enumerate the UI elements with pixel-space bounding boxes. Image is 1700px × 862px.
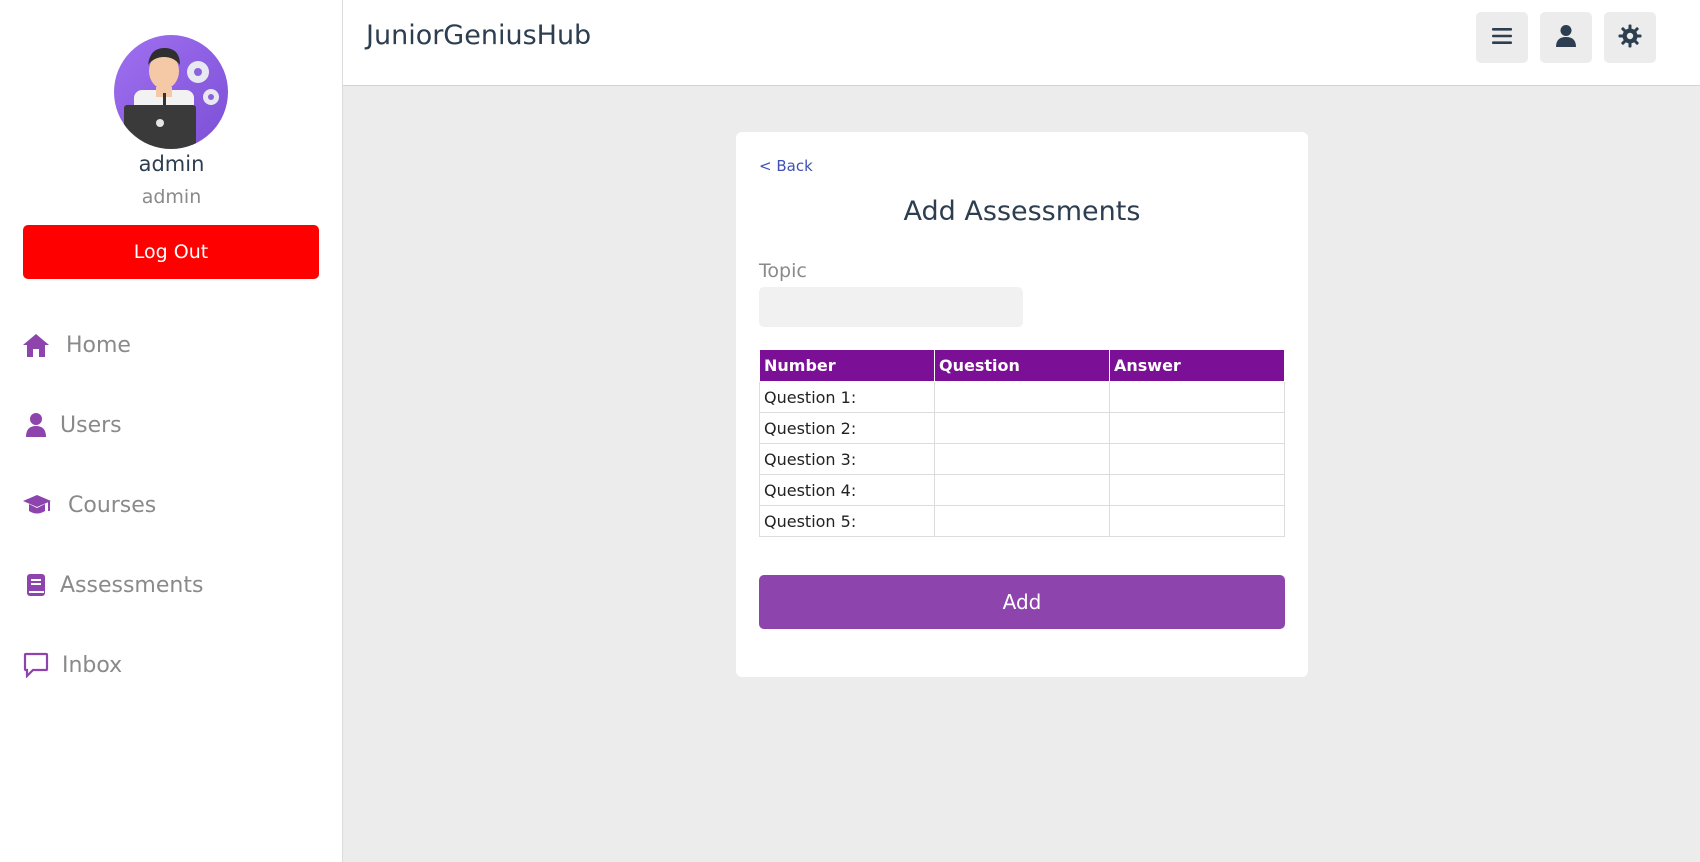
answer-1-input[interactable] [1109,381,1285,413]
book-icon [22,571,50,599]
top-header: JuniorGeniusHub [343,0,1700,86]
table-row: Question 3: [759,443,1285,475]
user-icon [1555,24,1577,52]
question-5-input[interactable] [934,505,1110,537]
logout-button[interactable]: Log Out [23,225,319,279]
sidebar-item-assessments[interactable]: Assessments [22,565,203,605]
table-header-row: Number Question Answer [759,349,1285,382]
sidebar-item-courses[interactable]: Courses [22,485,156,525]
add-assessment-card: < Back Add Assessments Topic Number Ques… [736,132,1308,677]
settings-button[interactable] [1604,12,1656,63]
settings-icon [1618,24,1642,52]
home-icon [22,331,50,359]
question-3-input[interactable] [934,443,1110,475]
answer-4-input[interactable] [1109,474,1285,506]
topic-input[interactable] [759,287,1023,327]
question-number: Question 3: [759,443,935,475]
message-icon [22,651,50,679]
user-icon [22,411,50,439]
answer-5-input[interactable] [1109,505,1285,537]
answer-2-input[interactable] [1109,412,1285,444]
table-row: Question 4: [759,474,1285,506]
page-title: Add Assessments [903,196,1141,227]
back-link[interactable]: < Back [759,157,813,175]
sidebar-item-label: Home [66,332,131,358]
avatar [114,35,228,149]
menu-button[interactable] [1476,12,1528,63]
sidebar-item-label: Assessments [60,572,204,598]
topic-label: Topic [759,260,807,282]
column-header-question: Question [934,349,1110,382]
sidebar-item-users[interactable]: Users [22,405,122,445]
admin-avatar-icon [124,47,219,149]
sidebar: admin admin Log Out Home Users Courses A… [0,0,343,862]
question-1-input[interactable] [934,381,1110,413]
question-number: Question 5: [759,505,935,537]
app-title: JuniorGeniusHub [366,20,592,51]
answer-3-input[interactable] [1109,443,1285,475]
questions-table: Number Question Answer Question 1: Quest… [759,349,1285,537]
question-number: Question 1: [759,381,935,413]
graduation-cap-icon [22,491,52,519]
add-button[interactable]: Add [759,575,1285,629]
column-header-number: Number [759,349,935,382]
question-number: Question 4: [759,474,935,506]
sidebar-item-label: Courses [68,492,157,518]
question-4-input[interactable] [934,474,1110,506]
sidebar-item-label: Users [60,412,122,438]
sidebar-item-inbox[interactable]: Inbox [22,645,122,685]
profile-button[interactable] [1540,12,1592,63]
table-row: Question 2: [759,412,1285,444]
table-row: Question 1: [759,381,1285,413]
menu-icon [1491,26,1513,50]
question-number: Question 2: [759,412,935,444]
column-header-answer: Answer [1109,349,1285,382]
question-2-input[interactable] [934,412,1110,444]
user-name: admin [138,152,205,176]
table-row: Question 5: [759,505,1285,537]
sidebar-item-label: Inbox [62,652,123,678]
user-role: admin [141,186,202,208]
sidebar-item-home[interactable]: Home [22,325,131,365]
